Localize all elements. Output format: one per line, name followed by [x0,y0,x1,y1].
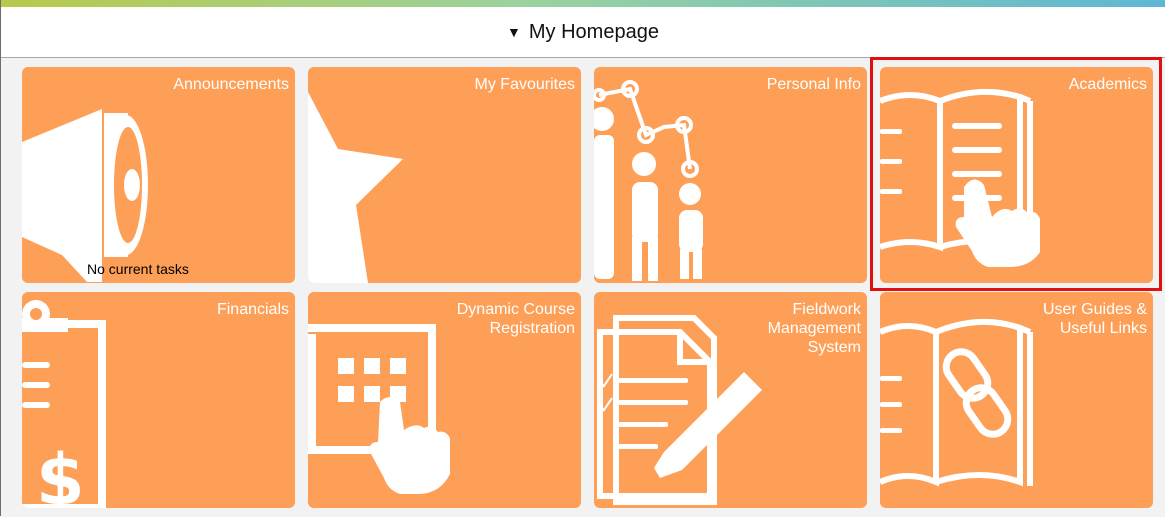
tile-title: Academics [1068,76,1147,93]
tile-grid: Announcements No current tasks My Favour… [1,58,1165,517]
tile-personal-info[interactable]: Personal Info [594,67,867,283]
top-accent-strip [1,0,1165,7]
svg-text:$: $ [36,439,85,508]
homepage-header: ▼ My Homepage [1,7,1165,58]
book-pointer-icon [880,88,1040,267]
tile-title: User Guides & Useful Links [1042,301,1147,337]
megaphone-icon [22,109,148,282]
tasks-status: No current tasks [87,261,189,277]
tile-title: My Favourites [474,76,575,93]
tile-title: Fieldwork Management System [767,301,861,356]
clipboard-dollar-icon: $ [22,300,106,508]
family-tree-icon [594,80,703,281]
tile-title: Announcements [173,76,289,93]
tile-title: Personal Info [766,76,861,93]
tile-title: Dynamic Course Registration [456,301,575,337]
tile-fieldwork-management-system[interactable]: Fieldwork Management System [594,292,867,508]
homepage-selector[interactable]: ▼ My Homepage [507,21,659,44]
caret-down-icon: ▼ [507,24,521,40]
tile-academics[interactable]: Academics [880,67,1153,283]
tile-announcements[interactable]: Announcements No current tasks [22,67,295,283]
tile-dynamic-course-registration[interactable]: Dynamic Course Registration [308,292,581,508]
tile-financials[interactable]: $ Financials [22,292,295,508]
page-title: My Homepage [528,20,659,43]
tile-user-guides-useful-links[interactable]: User Guides & Useful Links [880,292,1153,508]
star-icon [308,92,403,283]
tile-title: Financials [216,301,289,318]
tile-my-favourites[interactable]: My Favourites [308,67,581,283]
